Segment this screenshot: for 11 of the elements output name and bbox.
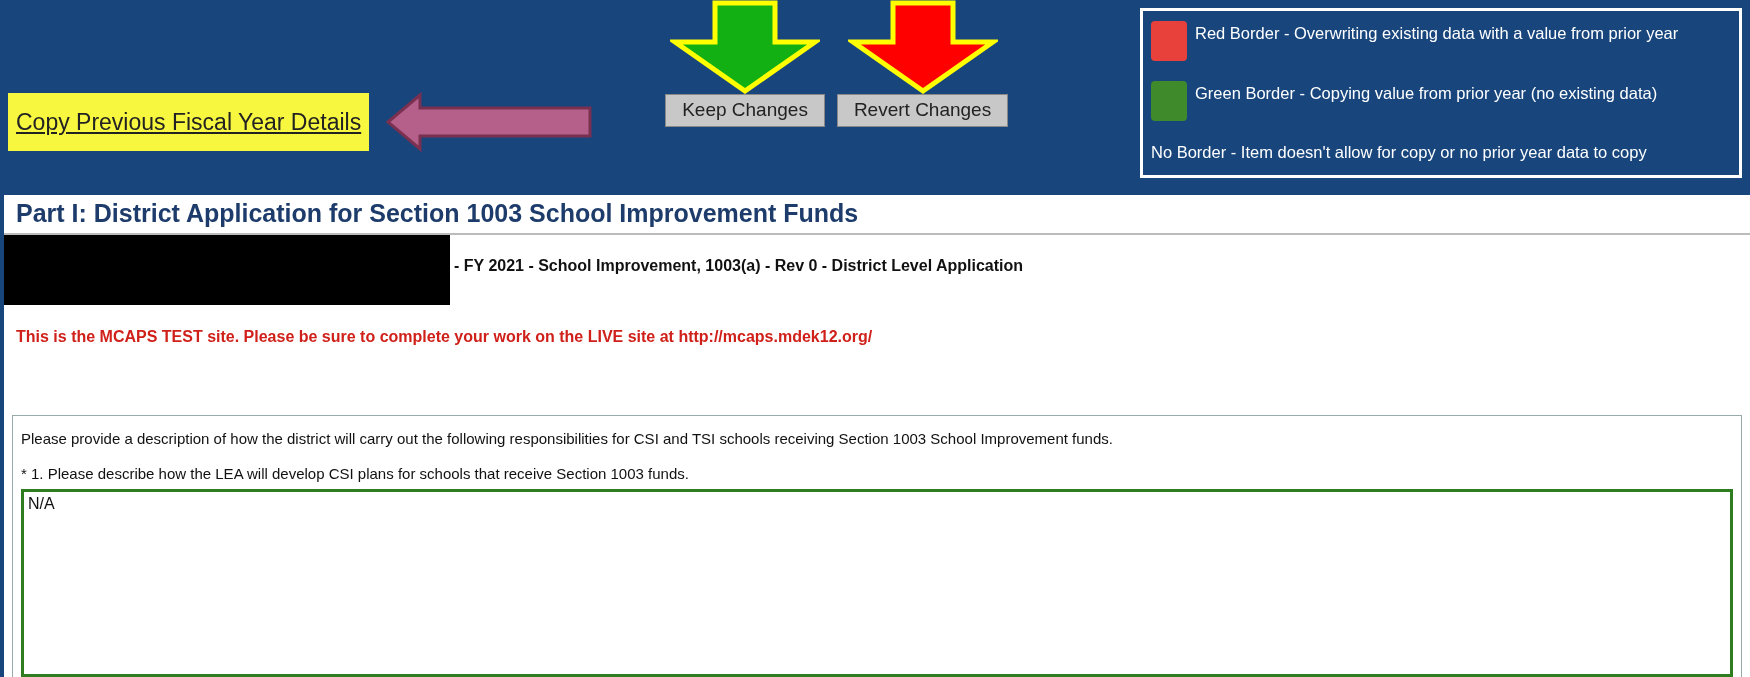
action-button[interactable]: Revert Changes (836, 94, 1009, 127)
intro-text: Please provide a description of how the district will carry out the following responsibilities for CSI and TSI schools receiving Section 1003 School Improvement funds. (20, 429, 1114, 449)
legend-text: Red Border - Overwriting existing data with a value from prior year (1195, 22, 1679, 44)
application-title: - FY 2021 - School Improvement, 1003(a) - Rev 0 - District Level Application (454, 256, 1024, 276)
answer-field[interactable]: N/A (21, 489, 1733, 677)
copy-link[interactable]: Copy Previous Fiscal Year Details (8, 92, 370, 152)
legend-text: Green Border - Copying value from prior year (no existing data) (1195, 82, 1658, 104)
question-text: * 1. Please describe how the LEA will develop CSI plans for schools that receive Section 1003 funds. (20, 463, 690, 484)
test-notice: This is the MCAPS TEST site. Please be sure to complete your work on the LIVE site at http://mcaps.mdek12.org/ (15, 327, 874, 347)
legend-text: No Border - Item doesn't allow for copy or no prior year data to copy (1151, 142, 1647, 164)
action-button[interactable]: Keep Changes (665, 94, 825, 127)
